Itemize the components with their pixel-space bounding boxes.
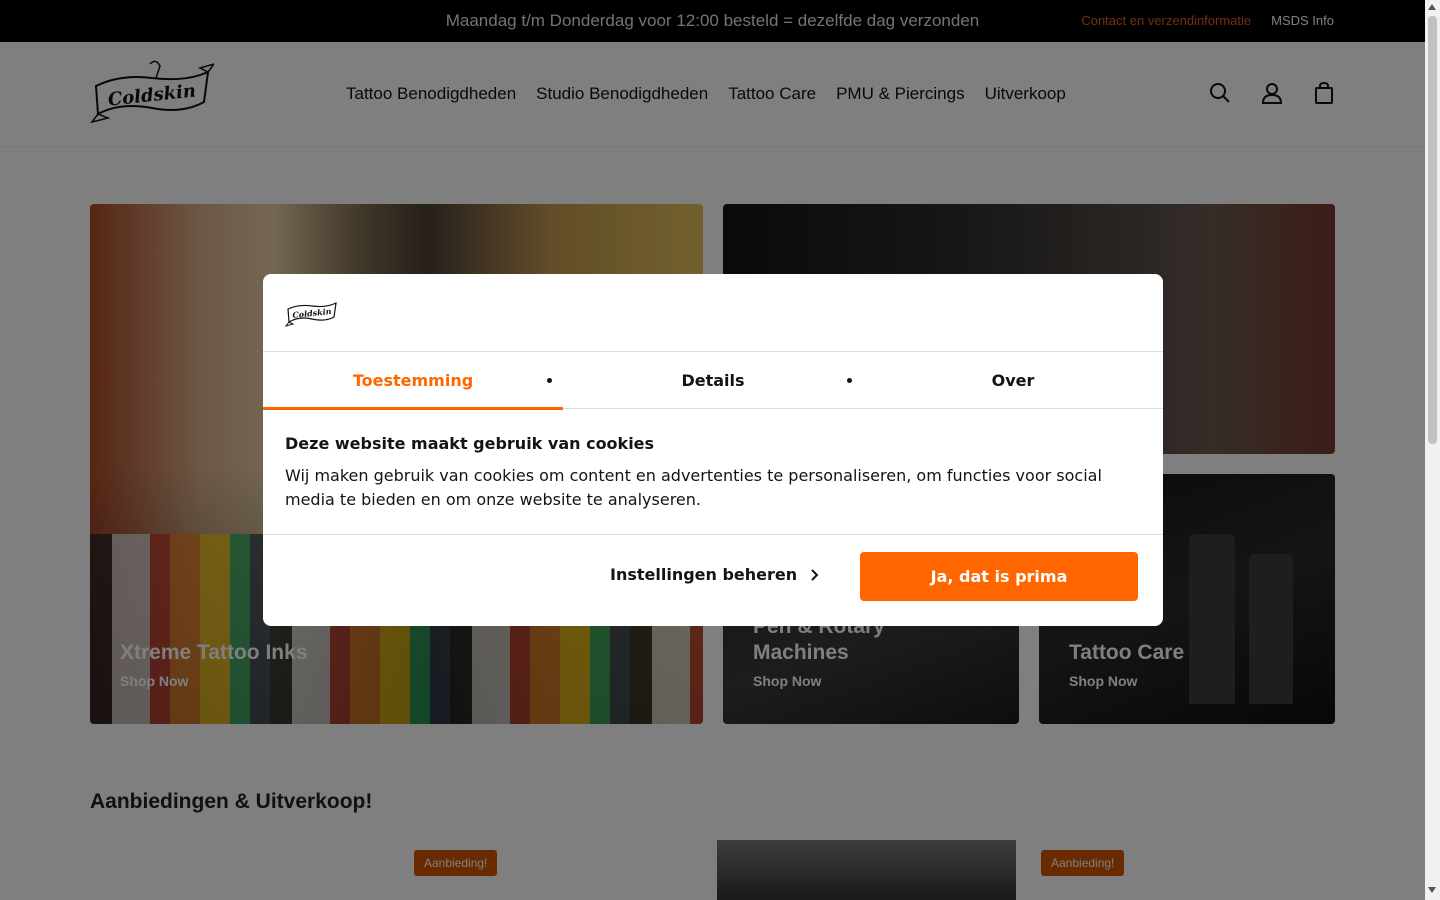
cookie-consent-dialog: Coldskin Toestemming Details Over Deze w… (263, 274, 1163, 626)
scroll-up-arrow-icon[interactable] (1428, 4, 1436, 10)
manage-settings-button[interactable]: Instellingen beheren (610, 565, 819, 584)
cookie-description: Wij maken gebruik van cookies om content… (285, 466, 1102, 509)
manage-settings-label: Instellingen beheren (610, 565, 798, 584)
scroll-down-arrow-icon[interactable] (1428, 887, 1436, 893)
cookie-tabs: Toestemming Details Over (263, 351, 1163, 410)
tab-details[interactable]: Details (563, 352, 863, 409)
tab-toestemming[interactable]: Toestemming (263, 352, 563, 410)
tab-over[interactable]: Over (863, 352, 1163, 409)
tab-separator-dot (847, 378, 852, 383)
page-scrollbar[interactable] (1425, 0, 1440, 900)
chevron-right-icon (811, 568, 819, 581)
tab-separator-dot (547, 378, 552, 383)
cookie-heading: Deze website maakt gebruik van cookies (285, 434, 655, 453)
cookie-actions: Instellingen beheren Ja, dat is prima (263, 534, 1163, 626)
accept-cookies-button[interactable]: Ja, dat is prima (860, 552, 1138, 601)
cookie-message: Deze website maakt gebruik van cookies W… (285, 434, 1135, 512)
scroll-thumb[interactable] (1428, 16, 1437, 444)
modal-logo: Coldskin (284, 296, 339, 330)
